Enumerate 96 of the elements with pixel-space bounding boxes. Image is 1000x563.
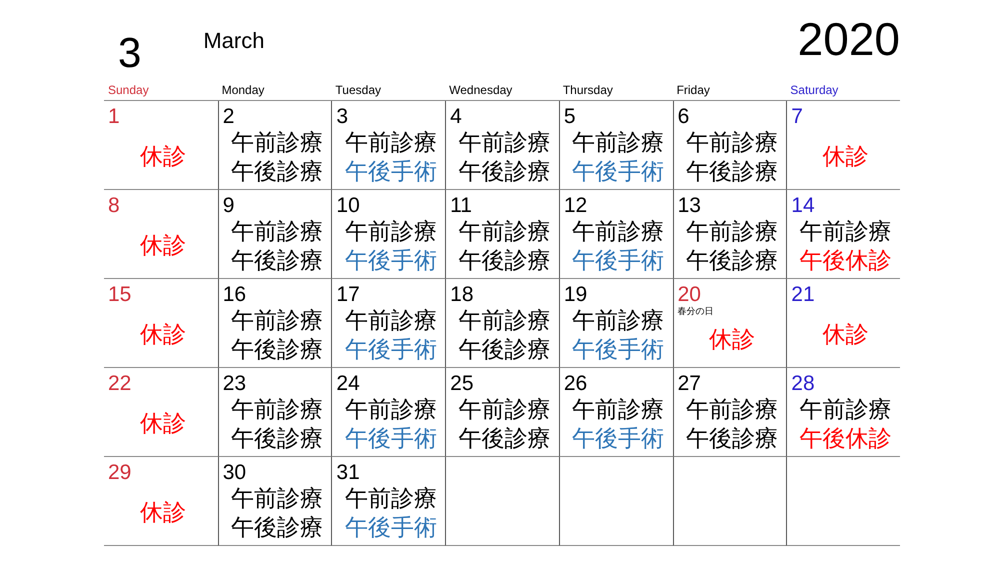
day-number: 13 — [678, 195, 701, 217]
schedule-entry: 午後手術 — [344, 246, 437, 275]
schedule-entry: 午前診療 — [458, 395, 550, 424]
schedule-entry: 午前診療 — [344, 217, 437, 246]
day-number: 3 — [336, 106, 348, 128]
day-number: 29 — [108, 462, 132, 484]
schedule-entry: 午後手術 — [572, 335, 664, 364]
schedule-entry: 午前診療 — [686, 395, 778, 424]
month-name: March — [203, 28, 264, 54]
schedule-entry: 午前診療 — [572, 395, 664, 424]
schedule-entry: 午前診療 — [572, 217, 664, 246]
weekday-header: Monday — [218, 83, 332, 101]
schedule-entry: 午前診療 — [344, 306, 437, 335]
day-number: 8 — [108, 195, 120, 217]
schedule-entry: 午前診療 — [231, 395, 324, 424]
day-number: 4 — [450, 106, 462, 128]
schedule-entry: 午後手術 — [344, 424, 437, 453]
day-number: 5 — [564, 106, 576, 128]
schedule-entry: 午後手術 — [572, 157, 664, 186]
weekday-header: Thursday — [558, 83, 673, 101]
schedule-entry: 休診 — [140, 142, 186, 171]
day-number: 28 — [791, 373, 815, 395]
day-number: 23 — [222, 373, 246, 395]
day-number: 31 — [336, 462, 360, 484]
weekday-header: Sunday — [104, 83, 218, 101]
schedule-entry: 午前診療 — [458, 217, 550, 246]
schedule-entry: 午前診療 — [231, 484, 324, 513]
schedule-entry: 午前診療 — [231, 306, 324, 335]
schedule-entry: 午後休診 — [800, 424, 892, 453]
schedule-entry: 午前診療 — [344, 128, 437, 157]
schedule-entry: 休診 — [140, 320, 186, 349]
schedule-entry: 午後手術 — [572, 424, 664, 453]
schedule-entry: 午後診療 — [686, 157, 778, 186]
holiday-name: 春分の日 — [678, 306, 714, 316]
schedule-entry: 午前診療 — [458, 306, 550, 335]
weekday-header: Saturday — [786, 83, 900, 101]
schedule-entry: 午前診療 — [572, 306, 664, 335]
day-number: 18 — [450, 284, 474, 306]
schedule-entry: 午後診療 — [231, 424, 324, 453]
day-number: 21 — [791, 284, 815, 306]
day-number: 11 — [450, 195, 472, 217]
schedule-entry: 午後診療 — [231, 246, 324, 275]
schedule-entry: 休診 — [822, 320, 869, 349]
schedule-entry: 休診 — [140, 498, 186, 527]
day-number: 9 — [222, 195, 234, 217]
schedule-entry: 午前診療 — [800, 395, 892, 424]
schedule-entry: 午後手術 — [344, 157, 437, 186]
weekday-header: Tuesday — [331, 83, 446, 101]
schedule-entry: 午後手術 — [344, 513, 437, 542]
day-number: 10 — [336, 195, 360, 217]
schedule-entry: 午前診療 — [231, 128, 324, 157]
schedule-entry: 午後診療 — [458, 157, 550, 186]
schedule-entry: 午後手術 — [572, 246, 664, 275]
day-number: 14 — [791, 195, 815, 217]
schedule-entry: 午前診療 — [572, 128, 664, 157]
day-number: 1 — [108, 106, 120, 128]
day-number: 19 — [564, 284, 588, 306]
day-number: 25 — [450, 373, 474, 395]
schedule-entry: 午後診療 — [231, 335, 324, 364]
day-number: 24 — [336, 373, 360, 395]
schedule-entry: 午前診療 — [344, 484, 437, 513]
month-number: 3 — [118, 32, 142, 74]
year: 2020 — [798, 16, 900, 62]
day-number: 26 — [564, 373, 588, 395]
day-number: 12 — [564, 195, 588, 217]
day-number: 6 — [678, 106, 690, 128]
schedule-entry: 午後診療 — [231, 513, 324, 542]
day-number: 22 — [108, 373, 132, 395]
schedule-entry: 午後手術 — [344, 335, 437, 364]
day-number: 17 — [336, 284, 360, 306]
schedule-entry: 午後診療 — [458, 335, 550, 364]
schedule-entry: 午前診療 — [686, 128, 778, 157]
day-number: 7 — [791, 106, 803, 128]
weekday-header: Wednesday — [445, 83, 559, 101]
schedule-entry: 休診 — [822, 142, 869, 171]
schedule-entry: 午後診療 — [458, 424, 550, 453]
day-number: 16 — [222, 284, 246, 306]
schedule-entry: 午後診療 — [686, 246, 778, 275]
schedule-entry: 休診 — [708, 325, 755, 354]
weekday-header: Friday — [672, 83, 786, 101]
schedule-entry: 午後診療 — [458, 246, 550, 275]
schedule-entry: 午前診療 — [458, 128, 550, 157]
schedule-entry: 午後診療 — [686, 424, 778, 453]
schedule-entry: 午後診療 — [231, 157, 324, 186]
schedule-entry: 午後休診 — [800, 246, 892, 275]
schedule-entry: 午前診療 — [344, 395, 437, 424]
schedule-entry: 午前診療 — [686, 217, 778, 246]
schedule-entry: 休診 — [140, 409, 186, 438]
day-number: 27 — [678, 373, 701, 395]
day-number: 15 — [108, 284, 132, 306]
schedule-entry: 午前診療 — [231, 217, 324, 246]
day-number: 2 — [222, 106, 234, 128]
day-number: 30 — [222, 462, 246, 484]
day-number: 20 — [678, 284, 701, 306]
schedule-entry: 午前診療 — [800, 217, 892, 246]
schedule-entry: 休診 — [140, 231, 186, 260]
